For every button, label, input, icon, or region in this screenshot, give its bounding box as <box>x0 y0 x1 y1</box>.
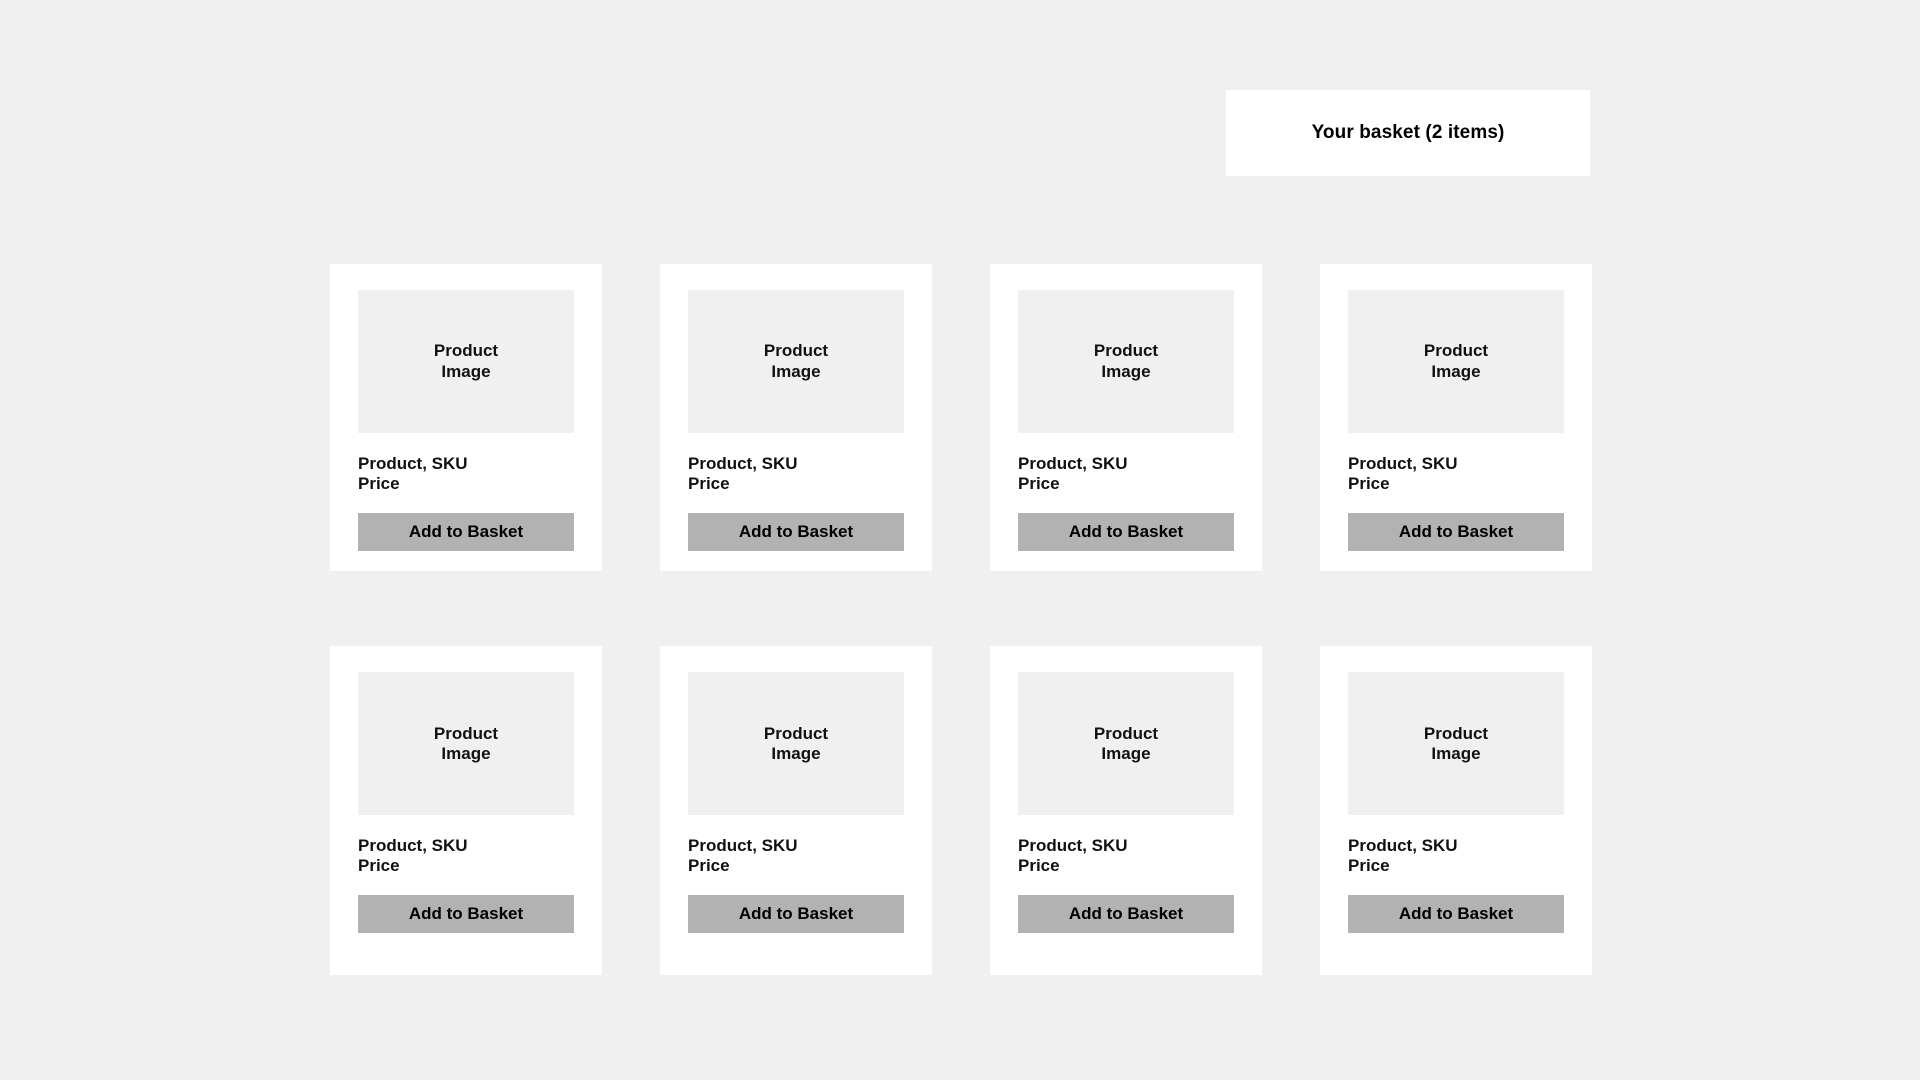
product-meta: Product, SKU Price <box>1348 454 1564 494</box>
product-image-label-line1: Product <box>1423 723 1489 743</box>
product-meta: Product, SKU Price <box>358 454 574 494</box>
product-price: Price <box>1018 856 1060 876</box>
add-to-basket-button[interactable]: Add to Basket <box>1348 513 1564 552</box>
product-meta: Product, SKU Price <box>688 454 904 494</box>
product-image-label-line2: Image <box>1431 743 1481 763</box>
product-name: Product, SKU <box>358 836 468 856</box>
product-meta: Product, SKU Price <box>358 836 574 876</box>
product-image-label-line1: Product <box>433 341 499 361</box>
product-name: Product, SKU <box>1018 454 1128 473</box>
product-name: Product, SKU <box>688 454 798 473</box>
product-image-placeholder: Product Image <box>1018 290 1234 433</box>
product-meta: Product, SKU Price <box>1348 836 1564 876</box>
product-price: Price <box>1348 474 1390 494</box>
product-image-label-line2: Image <box>771 743 821 763</box>
add-to-basket-button[interactable]: Add to Basket <box>358 895 574 934</box>
product-image-label-line1: Product <box>1093 723 1159 743</box>
page-root: Your basket (2 items) Product Image Prod… <box>0 0 1920 1080</box>
product-card[interactable]: Product Image Product, SKU Price Add to … <box>660 264 932 572</box>
product-image-label-line1: Product <box>1093 341 1159 361</box>
product-image-placeholder: Product Image <box>688 290 904 433</box>
product-image-label-line2: Image <box>1101 361 1151 381</box>
product-image-label-line2: Image <box>771 361 821 381</box>
product-meta: Product, SKU Price <box>1018 836 1234 876</box>
product-price: Price <box>358 856 400 876</box>
basket-panel[interactable]: Your basket (2 items) <box>1226 90 1590 176</box>
product-name: Product, SKU <box>1018 836 1128 856</box>
product-card[interactable]: Product Image Product, SKU Price Add to … <box>330 264 602 572</box>
product-grid: Product Image Product, SKU Price Add to … <box>330 264 1592 976</box>
product-price: Price <box>1018 474 1060 494</box>
product-name: Product, SKU <box>358 454 468 473</box>
product-image-label-line1: Product <box>763 723 829 743</box>
product-image-label-line1: Product <box>433 723 499 743</box>
product-image-placeholder: Product Image <box>1348 672 1564 816</box>
product-price: Price <box>688 856 730 876</box>
product-image-label-line2: Image <box>1101 743 1151 763</box>
product-name: Product, SKU <box>688 836 798 856</box>
product-card[interactable]: Product Image Product, SKU Price Add to … <box>1320 646 1592 976</box>
product-card[interactable]: Product Image Product, SKU Price Add to … <box>990 264 1262 572</box>
product-image-placeholder: Product Image <box>358 672 574 816</box>
product-image-label-line2: Image <box>441 361 491 381</box>
product-price: Price <box>1348 856 1390 876</box>
product-name: Product, SKU <box>1348 454 1458 473</box>
product-card[interactable]: Product Image Product, SKU Price Add to … <box>660 646 932 976</box>
add-to-basket-button[interactable]: Add to Basket <box>1348 895 1564 934</box>
product-image-label-line1: Product <box>763 341 829 361</box>
add-to-basket-button[interactable]: Add to Basket <box>1018 895 1234 934</box>
product-image-label-line1: Product <box>1423 341 1489 361</box>
product-image-placeholder: Product Image <box>358 290 574 433</box>
product-card[interactable]: Product Image Product, SKU Price Add to … <box>990 646 1262 976</box>
add-to-basket-button[interactable]: Add to Basket <box>688 895 904 934</box>
product-image-placeholder: Product Image <box>1348 290 1564 433</box>
product-image-label-line2: Image <box>441 743 491 763</box>
product-image-placeholder: Product Image <box>688 672 904 816</box>
product-card[interactable]: Product Image Product, SKU Price Add to … <box>330 646 602 976</box>
product-price: Price <box>688 474 730 494</box>
product-image-label-line2: Image <box>1431 361 1481 381</box>
basket-title: Your basket (2 items) <box>1311 122 1505 143</box>
product-image-placeholder: Product Image <box>1018 672 1234 816</box>
add-to-basket-button[interactable]: Add to Basket <box>688 513 904 552</box>
product-meta: Product, SKU Price <box>688 836 904 876</box>
product-name: Product, SKU <box>1348 836 1458 856</box>
add-to-basket-button[interactable]: Add to Basket <box>358 513 574 552</box>
product-price: Price <box>358 474 400 494</box>
add-to-basket-button[interactable]: Add to Basket <box>1018 513 1234 552</box>
product-card[interactable]: Product Image Product, SKU Price Add to … <box>1320 264 1592 572</box>
product-meta: Product, SKU Price <box>1018 454 1234 494</box>
